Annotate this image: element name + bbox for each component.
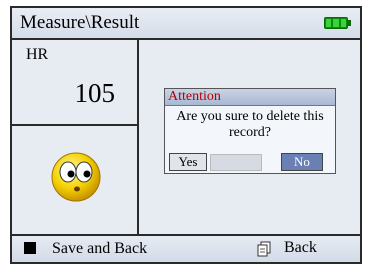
dialog-message: Are you sure to delete this record?: [176, 109, 324, 140]
dialog-title: Attention: [165, 89, 335, 106]
delete-confirm-dialog: Attention Are you sure to delete this re…: [164, 88, 336, 174]
no-button[interactable]: No: [281, 153, 323, 171]
hr-value: 105: [74, 78, 116, 108]
square-key-icon: [24, 242, 36, 254]
save-and-back-button[interactable]: Save and Back: [52, 240, 147, 258]
status-panel: [12, 126, 139, 236]
worried-face-icon: [51, 152, 101, 202]
page-title: Measure\Result: [20, 12, 140, 33]
battery-nub: [348, 20, 351, 26]
document-icon: [257, 241, 271, 257]
battery-full-icon: [324, 17, 348, 29]
bottom-bar: Save and Back Back: [12, 234, 360, 262]
back-button[interactable]: Back: [284, 239, 317, 257]
hr-label: HR: [26, 46, 49, 63]
yes-button[interactable]: Yes: [169, 153, 262, 171]
title-bar: Measure\Result: [12, 8, 360, 40]
hr-panel: HR 105: [12, 40, 139, 126]
